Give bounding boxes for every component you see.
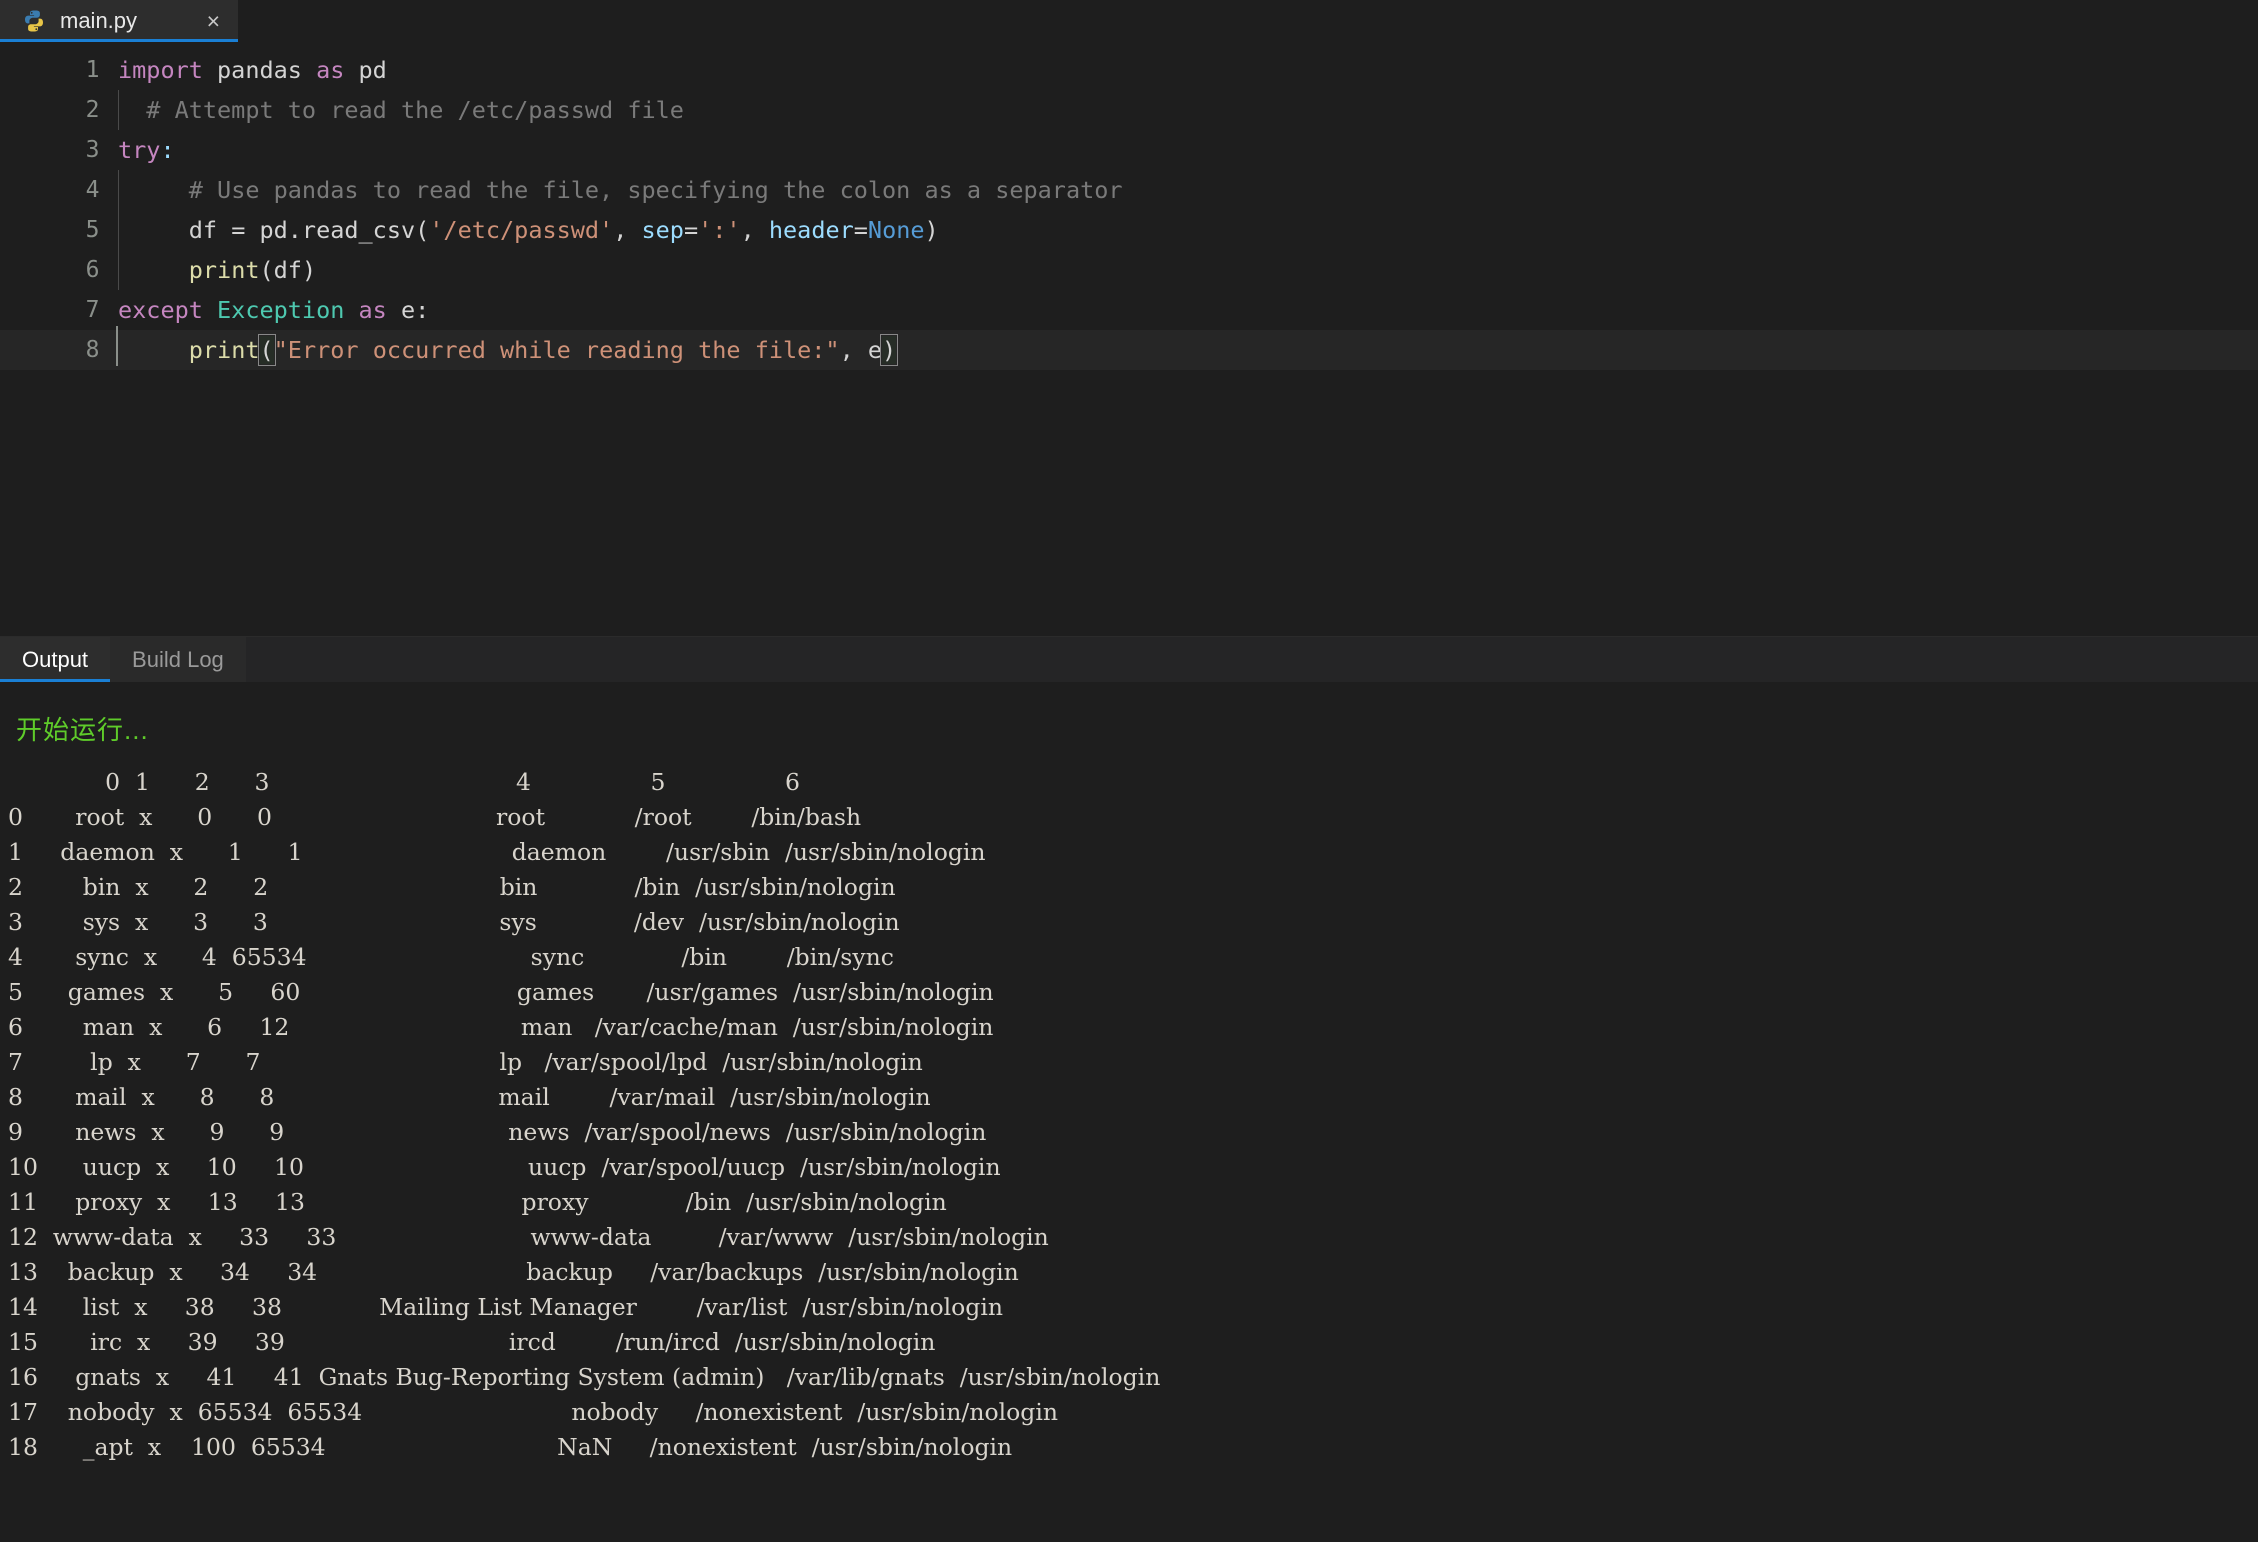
token-punct: , <box>613 216 642 244</box>
token-param: header <box>768 216 854 244</box>
token-var: e <box>867 336 883 364</box>
token-constant: None <box>867 216 925 244</box>
token-paren: ) <box>924 216 939 244</box>
line-number: 8 <box>85 337 100 363</box>
code-line-content: print("Error occurred while reading the … <box>116 326 2258 366</box>
line-number: 7 <box>85 297 100 323</box>
token-comment: # Attempt to read the /etc/passwd file <box>146 96 684 124</box>
token-punct: , <box>839 336 868 364</box>
bracket-match-close: ) <box>880 334 899 366</box>
token-keyword: try <box>118 136 161 164</box>
code-line[interactable]: 5 df = pd.read_csv('/etc/passwd', sep=':… <box>0 210 2258 250</box>
code-line-content: import pandas as pd <box>118 56 2258 84</box>
code-line-content: # Use pandas to read the file, specifyin… <box>118 176 2258 204</box>
code-line-content: except Exception as e: <box>118 296 2258 324</box>
line-number: 4 <box>85 177 100 203</box>
dataframe-output: 0 1 2 3 4 5 6 0 root x 0 0 root /root /b… <box>8 768 1161 1461</box>
token-keyword: except <box>118 296 203 324</box>
token-args: (df) <box>259 256 317 284</box>
token-string: "Error occurred while reading the file:" <box>273 336 840 364</box>
token-module: pandas <box>202 56 317 84</box>
editor-tab-bar: main.py × <box>0 0 2258 42</box>
code-editor[interactable]: 1 import pandas as pd 2 # Attempt to rea… <box>0 42 2258 636</box>
token-operator: = <box>853 216 868 244</box>
tab-build-log[interactable]: Build Log <box>110 637 246 682</box>
bracket-match-open: ( <box>257 334 276 366</box>
line-number: 6 <box>85 257 100 283</box>
python-icon <box>22 9 46 33</box>
token-punct: , <box>740 216 769 244</box>
run-status-text: 开始运行... <box>16 715 149 745</box>
token-colon: : <box>160 136 175 164</box>
token-keyword: as <box>316 56 345 84</box>
code-line[interactable]: 4 # Use pandas to read the file, specify… <box>0 170 2258 210</box>
token-builtin: print <box>188 336 260 364</box>
token-keyword: as <box>358 296 387 324</box>
token-comment: # Use pandas to read the file, specifyin… <box>188 176 1123 204</box>
code-line-content: df = pd.read_csv('/etc/passwd', sep=':',… <box>118 216 2258 244</box>
token-operator: = <box>683 216 699 244</box>
code-line-content: try: <box>118 136 2258 164</box>
token-param: sep <box>641 216 684 244</box>
file-tab-label: main.py <box>60 8 138 33</box>
token-string: ':' <box>698 216 741 244</box>
token-class: Exception <box>202 296 359 324</box>
tab-output[interactable]: Output <box>0 637 111 682</box>
line-number: 5 <box>85 217 100 243</box>
token-string: '/etc/passwd' <box>429 216 614 244</box>
line-number: 3 <box>85 137 100 163</box>
code-line[interactable]: 3 try: <box>0 130 2258 170</box>
code-line[interactable]: 2 # Attempt to read the /etc/passwd file <box>0 90 2258 130</box>
code-line-content: # Attempt to read the /etc/passwd file <box>118 96 2258 124</box>
code-line[interactable]: 7 except Exception as e: <box>0 290 2258 330</box>
token-assignment: df = pd.read_csv( <box>188 216 430 244</box>
code-line[interactable]: 1 import pandas as pd <box>0 50 2258 90</box>
code-line-content: print(df) <box>118 256 2258 284</box>
token-var: e: <box>386 296 430 324</box>
token-alias: pd <box>344 56 387 84</box>
close-icon[interactable]: × <box>193 9 220 33</box>
output-panel[interactable]: 开始运行... 0 1 2 3 4 5 6 0 root x 0 0 root … <box>0 682 2258 1542</box>
token-keyword: import <box>118 56 203 84</box>
code-line-current[interactable]: 8 print("Error occurred while reading th… <box>0 326 2258 370</box>
token-builtin: print <box>188 256 260 284</box>
line-number: 2 <box>85 97 100 123</box>
code-line[interactable]: 6 print(df) <box>0 250 2258 290</box>
file-tab-main-py[interactable]: main.py × <box>0 0 238 42</box>
panel-tab-bar: Output Build Log <box>0 636 2258 682</box>
line-number: 1 <box>85 57 100 83</box>
